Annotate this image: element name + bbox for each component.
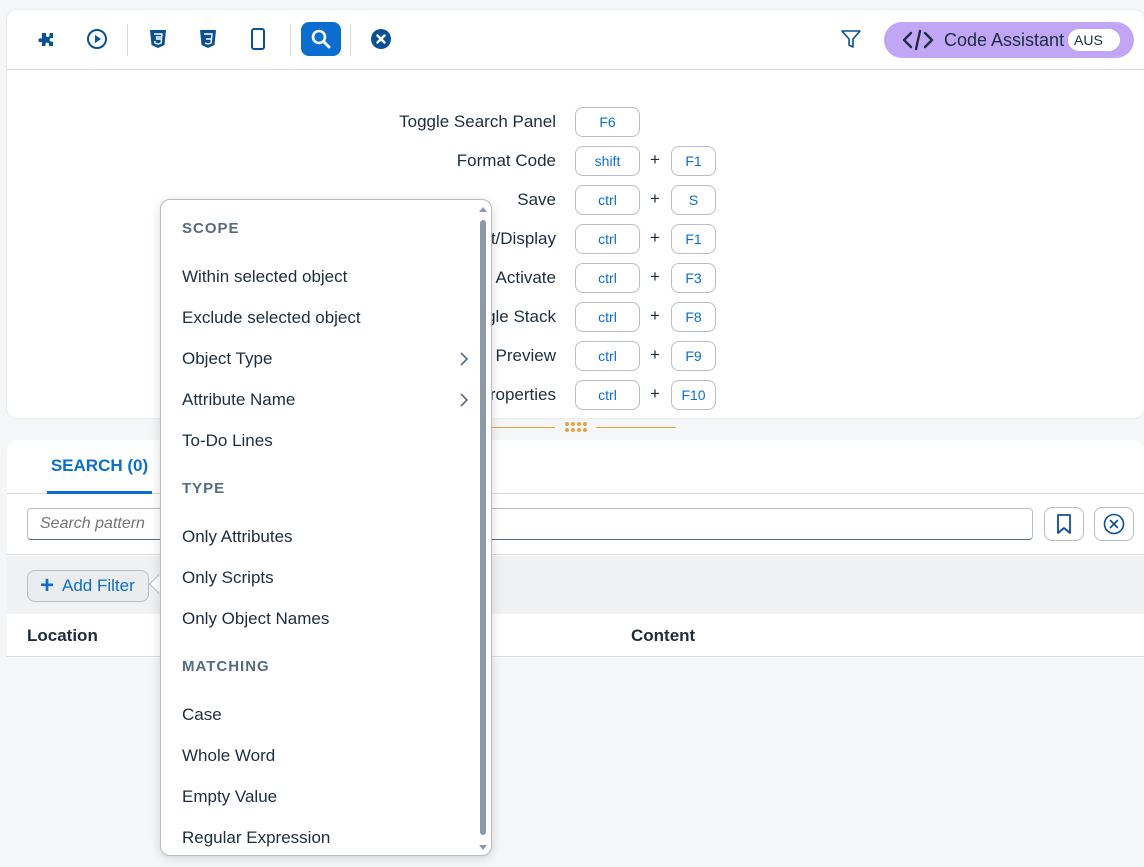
shortcut-label: gle Stack <box>486 307 556 326</box>
clear-circle-icon <box>1103 513 1125 535</box>
toolbar-separator <box>127 24 128 56</box>
menu-scrollbar[interactable] <box>479 206 487 851</box>
shortcut-label: Preview <box>495 346 556 365</box>
menu-item-exclude-selected[interactable]: Exclude selected object <box>161 297 477 338</box>
toolbar: Code Assistant AUS <box>7 10 1144 70</box>
filter-menu-popover: SCOPE Within selected object Exclude sel… <box>160 199 492 856</box>
column-content[interactable]: Content <box>631 626 695 646</box>
code-assistant-button[interactable]: Code Assistant AUS <box>884 22 1134 58</box>
shortcut-label: Toggle Search Panel <box>399 112 556 131</box>
add-filter-button[interactable]: + Add Filter <box>27 570 149 602</box>
run-button[interactable] <box>79 23 115 55</box>
menu-item-within-selected[interactable]: Within selected object <box>161 256 477 297</box>
search-button[interactable] <box>301 22 341 56</box>
scroll-down-arrow-icon <box>479 845 487 850</box>
menu-item-empty-value[interactable]: Empty Value <box>161 776 477 817</box>
shortcut-key: ctrl <box>575 380 640 410</box>
shortcut-label: Format Code <box>456 151 556 170</box>
html-button[interactable] <box>140 23 176 55</box>
puzzle-button[interactable] <box>30 23 66 55</box>
group-title-type: TYPE <box>182 480 226 497</box>
shortcut-key: shift <box>575 146 640 176</box>
html5-icon <box>150 30 166 48</box>
menu-item-only-attributes[interactable]: Only Attributes <box>161 516 477 557</box>
toolbar-separator <box>290 24 291 56</box>
menu-item-todo-lines[interactable]: To-Do Lines <box>161 420 477 461</box>
plus-sign: + <box>650 150 660 169</box>
close-circle-icon <box>371 29 391 49</box>
shortcut-row: Format Code shift + F1 <box>7 146 1144 178</box>
menu-item-regular-expression[interactable]: Regular Expression <box>161 817 477 855</box>
filter-icon <box>841 30 861 48</box>
mobile-icon <box>251 28 265 50</box>
menu-item-only-scripts[interactable]: Only Scripts <box>161 557 477 598</box>
css-button[interactable] <box>190 23 226 55</box>
toolbar-separator <box>350 24 351 56</box>
close-button[interactable] <box>363 23 399 55</box>
shortcut-key: ctrl <box>575 185 640 215</box>
shortcut-key: F9 <box>671 341 716 371</box>
bookmark-icon <box>1057 514 1071 534</box>
plus-sign: + <box>650 345 660 364</box>
chevron-right-icon <box>460 393 469 407</box>
menu-item-object-type[interactable]: Object Type <box>161 338 477 379</box>
group-title-matching: MATCHING <box>182 658 270 675</box>
shortcut-key: F1 <box>671 146 716 176</box>
add-filter-label: Add Filter <box>62 576 135 595</box>
shortcut-key: F1 <box>671 224 716 254</box>
shortcut-key: ctrl <box>575 263 640 293</box>
shortcut-key: F3 <box>671 263 716 293</box>
shortcut-key: ctrl <box>575 341 640 371</box>
clear-search-button[interactable] <box>1094 507 1134 541</box>
plus-sign: + <box>650 306 660 325</box>
menu-item-whole-word[interactable]: Whole Word <box>161 735 477 776</box>
plus-icon: + <box>40 572 55 599</box>
shortcut-key: ctrl <box>575 224 640 254</box>
group-title-scope: SCOPE <box>182 220 240 237</box>
shortcut-label: Save <box>517 190 556 209</box>
column-location[interactable]: Location <box>27 626 98 646</box>
filter-button[interactable] <box>833 23 869 55</box>
assistant-toggle[interactable]: AUS <box>1068 29 1120 51</box>
chevron-right-icon <box>460 352 469 366</box>
code-assistant-label: Code Assistant <box>944 29 1065 50</box>
shortcut-label: t/Display <box>490 229 556 248</box>
scroll-up-arrow-icon <box>479 207 487 212</box>
plus-sign: + <box>650 228 660 247</box>
play-icon <box>87 29 107 49</box>
shortcut-key: F10 <box>671 380 716 410</box>
plus-sign: + <box>650 267 660 286</box>
menu-item-only-object-names[interactable]: Only Object Names <box>161 598 477 639</box>
search-icon <box>311 29 331 49</box>
css3-icon <box>200 30 216 48</box>
puzzle-icon <box>38 33 53 46</box>
shortcut-label: Activate <box>495 268 556 287</box>
menu-item-case[interactable]: Case <box>161 694 477 735</box>
shortcut-key: S <box>671 185 716 215</box>
mobile-preview-button[interactable] <box>240 23 276 55</box>
grip-icon[interactable] <box>565 422 587 434</box>
shortcut-key: F6 <box>575 107 640 137</box>
code-icon <box>902 29 934 51</box>
plus-sign: + <box>650 384 660 403</box>
plus-sign: + <box>650 189 660 208</box>
menu-item-attribute-name[interactable]: Attribute Name <box>161 379 477 420</box>
shortcut-label: roperties <box>489 385 556 404</box>
scrollbar-thumb[interactable] <box>480 220 486 835</box>
shortcut-row: Toggle Search Panel F6 <box>7 107 1144 139</box>
splitter-line <box>596 427 676 428</box>
shortcut-key: ctrl <box>575 302 640 332</box>
bookmark-button[interactable] <box>1044 507 1084 541</box>
shortcut-key: F8 <box>671 302 716 332</box>
tab-search[interactable]: SEARCH (0) <box>47 440 152 494</box>
